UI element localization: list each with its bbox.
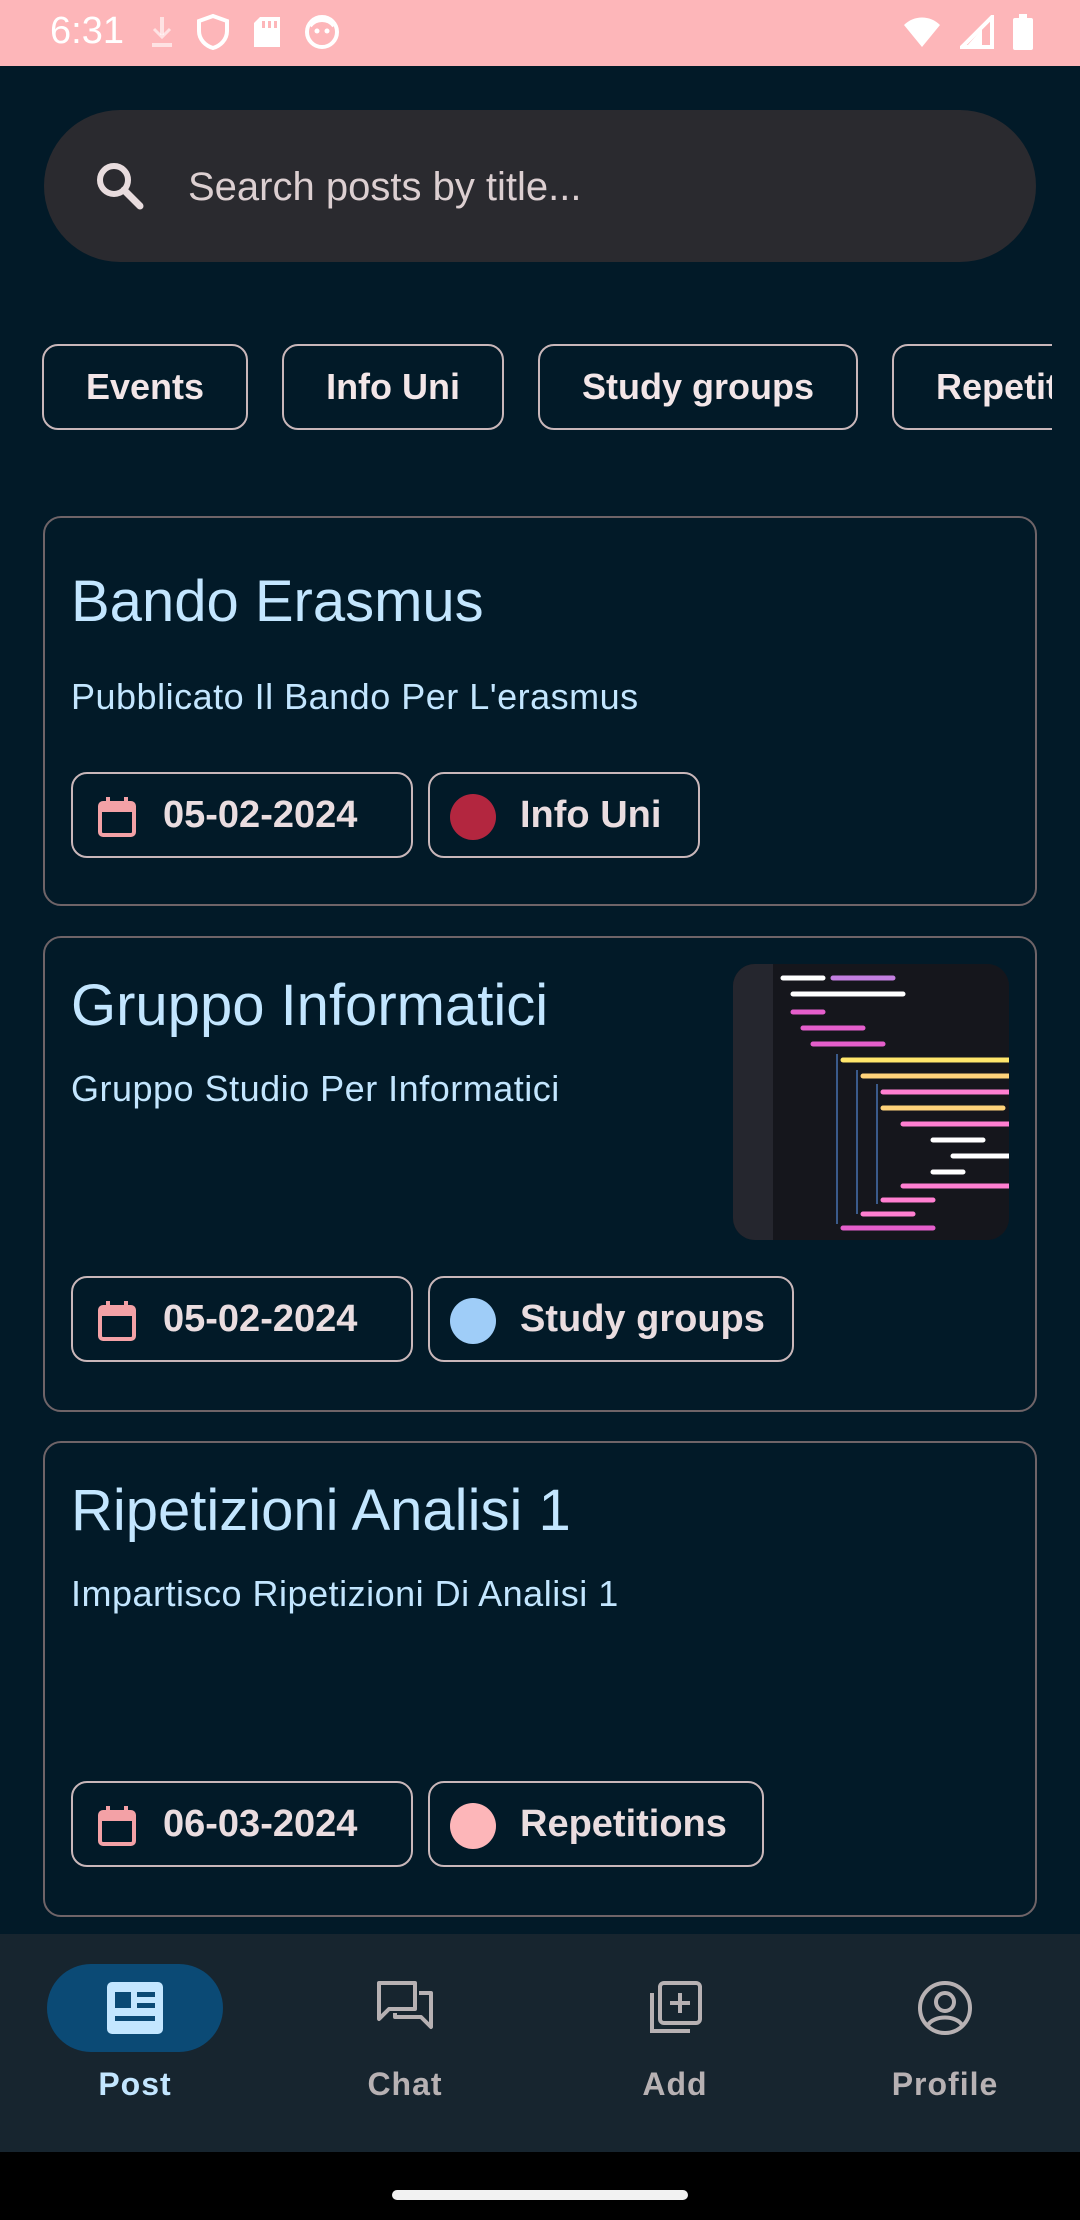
- post-title: Ripetizioni Analisi 1: [71, 1478, 571, 1543]
- signal-icon: [960, 15, 994, 49]
- account-circle-icon: [918, 1981, 972, 2035]
- post-image: [733, 964, 1009, 1240]
- post-description: Gruppo Studio Per Informatici: [71, 1068, 560, 1109]
- nav-profile[interactable]: Profile: [810, 1964, 1080, 2134]
- download-icon: [152, 17, 172, 47]
- post-description: Pubblicato Il Bando Per L'erasmus: [71, 676, 639, 717]
- date-chip[interactable]: 06-03-2024: [71, 1781, 413, 1867]
- date-chip[interactable]: 05-02-2024: [71, 1276, 413, 1362]
- shield-icon: [197, 14, 229, 50]
- code-image: [733, 964, 1009, 1240]
- post-title: Gruppo Informatici: [71, 973, 549, 1038]
- article-icon: [107, 1982, 163, 2034]
- post-category: Study groups: [520, 1298, 765, 1340]
- system-nav-bar: [0, 2152, 1080, 2220]
- post-description: Impartisco Ripetizioni Di Analisi 1: [71, 1573, 619, 1614]
- wifi-icon: [904, 17, 940, 47]
- search-input[interactable]: [186, 150, 970, 224]
- chat-icon: [377, 1981, 433, 2029]
- post-category: Info Uni: [520, 794, 662, 836]
- category-chip[interactable]: Repetitions: [428, 1781, 764, 1867]
- chip-study-groups[interactable]: Study groups: [538, 344, 859, 430]
- nav-add[interactable]: Add: [540, 1964, 810, 2134]
- post-date: 05-02-2024: [163, 794, 358, 836]
- nav-chat[interactable]: Chat: [270, 1964, 540, 2134]
- status-bar: 6:31: [0, 0, 1080, 66]
- nav-post[interactable]: Post: [0, 1964, 270, 2134]
- chip-events[interactable]: Events: [42, 344, 249, 430]
- post-card[interactable]: Ripetizioni Analisi 1 Impartisco Ripetiz…: [43, 1441, 1037, 1917]
- nav-chat-label: Chat: [367, 2066, 443, 2102]
- status-time: 6:31: [50, 10, 124, 52]
- search-icon: [97, 163, 144, 210]
- bottom-navigation: Post Chat Add Profile: [0, 1934, 1080, 2152]
- nav-profile-label: Profile: [891, 2066, 999, 2102]
- date-chip[interactable]: 05-02-2024: [71, 772, 413, 858]
- category-dot: [450, 1298, 496, 1344]
- nav-add-label: Add: [642, 2066, 708, 2102]
- calendar-icon: [98, 797, 136, 837]
- calendar-icon: [98, 1806, 136, 1846]
- nav-profile-icon-wrap: [857, 1964, 1033, 2052]
- post-date: 05-02-2024: [163, 1298, 358, 1340]
- category-dot: [450, 1803, 496, 1849]
- post-card[interactable]: Bando Erasmus Pubblicato Il Bando Per L'…: [43, 516, 1037, 906]
- sd-card-icon: [254, 17, 280, 47]
- post-category: Repetitions: [520, 1803, 727, 1845]
- nav-add-icon-wrap: [587, 1964, 763, 2052]
- add-library-icon: [650, 1981, 702, 2033]
- search-bar[interactable]: [44, 110, 1036, 262]
- battery-icon: [1013, 14, 1033, 50]
- nav-post-indicator: [47, 1964, 223, 2052]
- category-dot: [450, 794, 496, 840]
- post-card[interactable]: Gruppo Informatici Gruppo Studio Per Inf…: [43, 936, 1037, 1412]
- home-indicator[interactable]: [392, 2190, 688, 2200]
- post-title: Bando Erasmus: [71, 569, 484, 634]
- chip-repetitions[interactable]: Repetitions: [892, 344, 1052, 430]
- nav-post-label: Post: [98, 2066, 172, 2102]
- category-chip[interactable]: Info Uni: [428, 772, 700, 858]
- category-chip[interactable]: Study groups: [428, 1276, 794, 1362]
- face-icon: [305, 15, 339, 49]
- nav-chat-icon-wrap: [317, 1964, 493, 2052]
- calendar-icon: [98, 1301, 136, 1341]
- filter-chips: Events Info Uni Study groups Repetitions: [42, 344, 1052, 434]
- post-date: 06-03-2024: [163, 1803, 358, 1845]
- chip-info-uni[interactable]: Info Uni: [282, 344, 505, 430]
